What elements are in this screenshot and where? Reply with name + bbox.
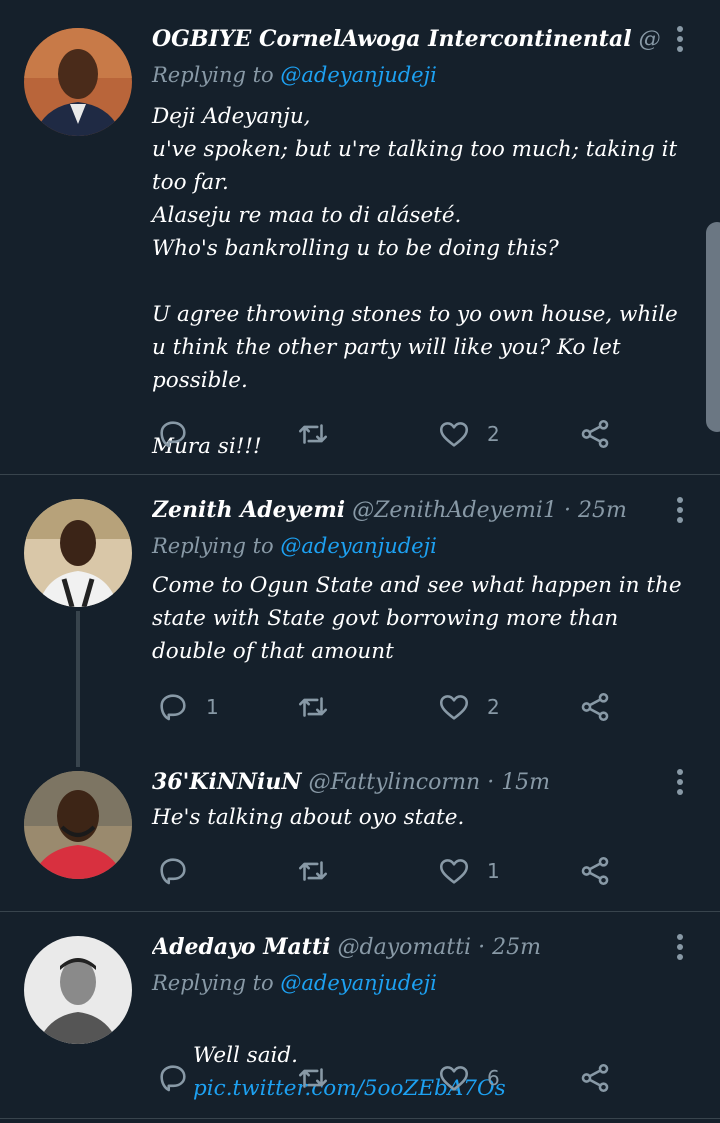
retweet-button[interactable]: [296, 687, 346, 727]
reply-icon: [160, 1065, 186, 1092]
reply-button[interactable]: [156, 851, 206, 891]
tweet-header: Zenith Adeyemi @ZenithAdeyemi1 · 25m: [152, 495, 660, 526]
scrollbar-handle[interactable]: [706, 222, 720, 432]
author-name[interactable]: Zenith Adeyemi: [152, 497, 345, 523]
reply-button[interactable]: [156, 1058, 206, 1098]
more-icon[interactable]: [674, 932, 686, 962]
author-handle[interactable]: @dayomatti: [338, 935, 472, 960]
like-count: 2: [487, 422, 500, 446]
timestamp[interactable]: 15m: [501, 770, 550, 795]
separator-dot: ·: [478, 935, 486, 960]
timestamp[interactable]: 25m: [492, 935, 541, 960]
avatar[interactable]: [24, 936, 132, 1044]
share-button[interactable]: [578, 687, 612, 727]
avatar-image: [24, 936, 132, 1044]
share-button[interactable]: [578, 1058, 612, 1098]
tweet[interactable]: Adedayo Matti @dayomatti · 25m Replying …: [0, 912, 720, 1118]
like-count: 6: [487, 1066, 500, 1090]
more-icon[interactable]: [674, 495, 686, 525]
separator-dot: ·: [487, 770, 495, 795]
like-button[interactable]: 1: [437, 851, 500, 891]
retweet-button[interactable]: [296, 851, 346, 891]
reply-count: 1: [206, 695, 219, 719]
tweet[interactable]: Zenith Adeyemi @ZenithAdeyemi1 · 25m Rep…: [0, 475, 720, 767]
author-name[interactable]: OGBIYE CornelAwoga Intercontinental: [152, 26, 632, 52]
tweet-text: He's talking about oyo state.: [152, 805, 465, 830]
like-button[interactable]: 6: [437, 1058, 500, 1098]
like-icon: [439, 1066, 469, 1091]
share-icon: [581, 1063, 609, 1093]
avatar[interactable]: [24, 499, 132, 607]
author-name[interactable]: Adedayo Matti: [152, 934, 331, 960]
reply-button[interactable]: [156, 414, 206, 454]
replying-prefix: Replying to: [152, 63, 274, 87]
share-button[interactable]: [578, 851, 612, 891]
tweet[interactable]: 36'KiNNiuN @Fattylincornn · 15m He's tal…: [0, 747, 720, 911]
share-icon: [581, 692, 609, 722]
tweet-text: Deji Adeyanju, u've spoken; but u're tal…: [152, 104, 678, 459]
reply-button[interactable]: 1: [156, 687, 219, 727]
replying-to: Replying to @adeyanjudeji: [152, 60, 437, 90]
more-icon[interactable]: [674, 24, 686, 54]
replying-to: Replying to @adeyanjudeji: [152, 968, 437, 998]
author-handle[interactable]: @ZenithAdeyemi1: [352, 498, 557, 523]
tweet-header: Adedayo Matti @dayomatti · 25m: [152, 932, 660, 963]
like-button[interactable]: 2: [437, 687, 500, 727]
like-icon: [439, 422, 469, 447]
reply-icon: [160, 694, 186, 721]
like-count: 2: [487, 695, 500, 719]
avatar-image: [24, 28, 132, 136]
reply-icon: [160, 421, 186, 448]
share-icon: [581, 419, 609, 449]
tweet-actions: 6: [152, 1058, 632, 1098]
replying-prefix: Replying to: [152, 534, 274, 558]
divider: [0, 1118, 720, 1119]
mention-link[interactable]: @adeyanjudeji: [280, 63, 436, 87]
tweet-header: 36'KiNNiuN @Fattylincornn · 15m: [152, 767, 660, 798]
tweet-header: OGBIYE CornelAwoga Intercontinental @Co.…: [152, 24, 660, 55]
reply-icon: [160, 858, 186, 885]
mention-link[interactable]: @adeyanjudeji: [280, 534, 436, 558]
retweet-icon: [298, 861, 328, 881]
author-handle[interactable]: @Co...: [639, 27, 660, 52]
tweet-feed: OGBIYE CornelAwoga Intercontinental @Co.…: [0, 0, 720, 1123]
replying-prefix: Replying to: [152, 971, 274, 995]
retweet-button[interactable]: [296, 1058, 346, 1098]
retweet-icon: [298, 1068, 328, 1088]
avatar-image: [24, 771, 132, 879]
thread-line: [76, 611, 80, 767]
share-button[interactable]: [578, 414, 612, 454]
more-icon[interactable]: [674, 767, 686, 797]
tweet-actions: 1: [152, 851, 632, 891]
retweet-icon: [298, 424, 328, 444]
like-icon: [439, 695, 469, 720]
avatar[interactable]: [24, 771, 132, 879]
avatar[interactable]: [24, 28, 132, 136]
tweet[interactable]: OGBIYE CornelAwoga Intercontinental @Co.…: [0, 0, 720, 474]
mention-link[interactable]: @adeyanjudeji: [280, 971, 436, 995]
separator-dot: ·: [563, 498, 571, 523]
retweet-icon: [298, 697, 328, 717]
like-icon: [439, 859, 469, 884]
share-icon: [581, 856, 609, 886]
timestamp[interactable]: 25m: [578, 498, 627, 523]
replying-to: Replying to @adeyanjudeji: [152, 531, 437, 561]
tweet-actions: 1 2: [152, 687, 632, 727]
author-handle[interactable]: @Fattylincornn: [309, 770, 481, 795]
tweet-actions: 2: [152, 414, 632, 454]
author-name[interactable]: 36'KiNNiuN: [152, 769, 302, 795]
retweet-button[interactable]: [296, 414, 346, 454]
like-button[interactable]: 2: [437, 414, 500, 454]
like-count: 1: [487, 859, 500, 883]
avatar-image: [24, 499, 132, 607]
tweet-text: Come to Ogun State and see what happen i…: [152, 573, 689, 664]
